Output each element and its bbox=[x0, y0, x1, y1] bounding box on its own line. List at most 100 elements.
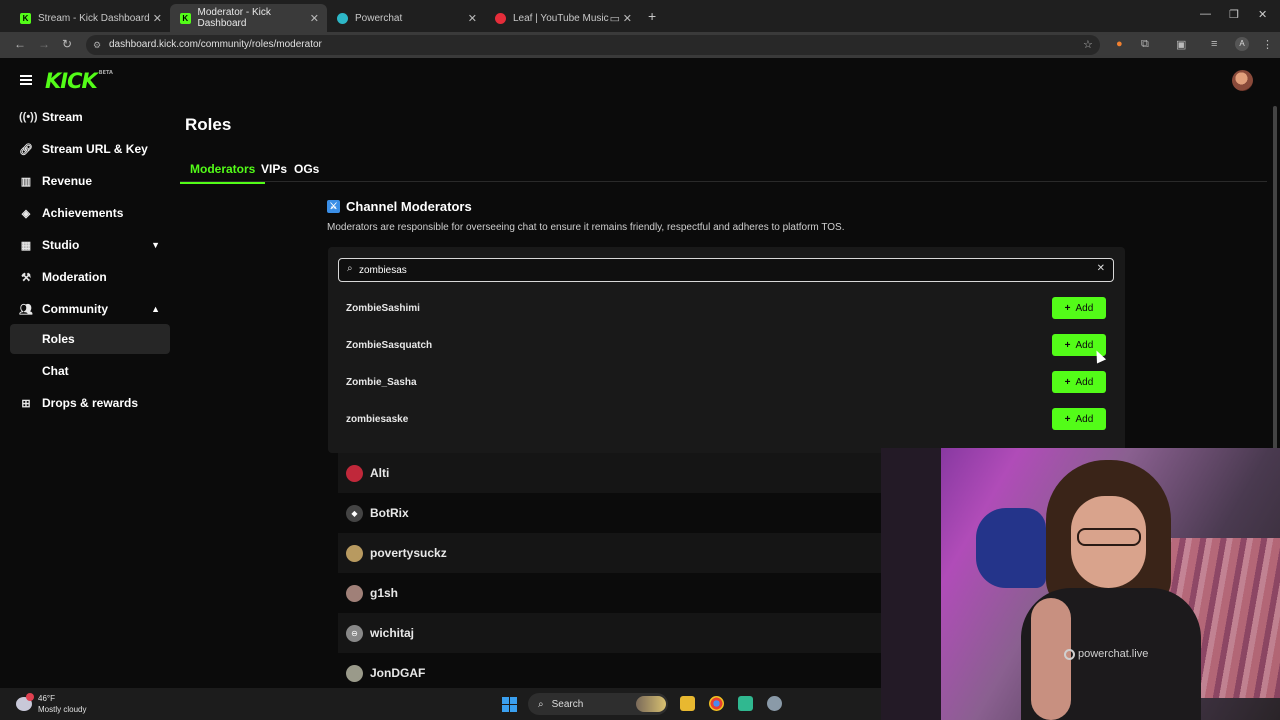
moderator-name: JonDGAF bbox=[370, 666, 426, 680]
search-result: Zombie_Sasha + Add bbox=[338, 369, 1114, 399]
chevron-up-icon: ▲ bbox=[151, 304, 160, 314]
add-button[interactable]: + Add bbox=[1052, 408, 1106, 430]
browser-tab-moderator[interactable]: K Moderator - Kick Dashboard ✕ bbox=[170, 4, 327, 32]
taskbar-search[interactable]: ⌕ Search bbox=[528, 693, 668, 715]
sidebar-item-label: Drops & rewards bbox=[42, 396, 139, 410]
search-highlight-image bbox=[636, 696, 666, 712]
browser-tab-powerchat[interactable]: Powerchat ✕ bbox=[327, 4, 485, 32]
avatar: ⊖ bbox=[346, 624, 363, 642]
shirt-logo: powerchat.live bbox=[1064, 648, 1148, 660]
sidebar-item-moderation[interactable]: ⚒ Moderation bbox=[10, 262, 170, 292]
add-button[interactable]: + Add bbox=[1052, 297, 1106, 319]
youtube-music-icon bbox=[495, 12, 506, 24]
kick-logo[interactable]: KICK BETA bbox=[45, 69, 113, 93]
browser-tab-youtube-music[interactable]: Leaf | YouTube Music ▭ ✕ bbox=[485, 4, 640, 32]
search-box[interactable]: ⌕ ✕ bbox=[338, 258, 1114, 282]
weather-condition: Mostly cloudy bbox=[38, 705, 87, 714]
search-result: ZombieSasquatch + Add bbox=[338, 332, 1114, 362]
taskbar: 46°F Mostly cloudy ⌕ Search bbox=[0, 688, 881, 720]
avatar: ◆ bbox=[346, 504, 363, 522]
search-input[interactable] bbox=[359, 261, 1089, 279]
sidebar-item-community[interactable]: 👥︎ Community ▲ bbox=[10, 294, 170, 324]
close-window-button[interactable]: ✕ bbox=[1258, 8, 1267, 21]
new-tab-button[interactable]: + bbox=[648, 8, 656, 24]
sidebar-item-label: Studio bbox=[42, 238, 80, 252]
discord-like-app-icon[interactable] bbox=[738, 696, 753, 711]
scrollbar[interactable] bbox=[1273, 106, 1277, 486]
tab-ogs[interactable]: OGs bbox=[294, 162, 319, 182]
sidebar-item-achievements[interactable]: ◈ Achievements bbox=[10, 198, 170, 228]
people-icon: 👥︎ bbox=[19, 303, 33, 316]
tab-moderators[interactable]: Moderators bbox=[180, 162, 266, 184]
sidebar-item-label: Roles bbox=[42, 332, 75, 346]
reload-icon[interactable]: ↻ bbox=[62, 37, 72, 51]
tab-title: Stream - Kick Dashboard bbox=[38, 12, 150, 24]
result-username: ZombieSasquatch bbox=[346, 340, 433, 351]
tab-title: Moderator - Kick Dashboard bbox=[197, 7, 271, 29]
minimize-button[interactable]: — bbox=[1200, 8, 1211, 20]
sidebar-item-studio[interactable]: ▦ Studio ▼ bbox=[10, 230, 170, 260]
broadcast-icon: ((•)) bbox=[19, 111, 38, 123]
sidebar-item-label: Moderation bbox=[42, 270, 107, 284]
extensions-puzzle-icon[interactable]: ⧉ bbox=[1141, 38, 1149, 51]
weather-widget[interactable]: 46°F Mostly cloudy bbox=[16, 693, 86, 715]
close-icon[interactable]: ✕ bbox=[623, 12, 632, 25]
tab-vips[interactable]: VIPs bbox=[261, 162, 287, 182]
moderator-name: g1sh bbox=[370, 586, 399, 600]
result-username: zombiesaske bbox=[346, 414, 409, 425]
plus-icon: + bbox=[1064, 376, 1071, 388]
more-menu-icon[interactable]: ⋮ bbox=[1262, 38, 1273, 51]
page-title: Roles bbox=[185, 115, 232, 134]
webcam-glasses bbox=[1077, 528, 1141, 546]
add-button[interactable]: + Add bbox=[1052, 371, 1106, 393]
search-icon: ⌕ bbox=[347, 263, 353, 274]
bookmark-star-icon[interactable]: ☆ bbox=[1083, 38, 1093, 51]
link-icon: 🔗︎ bbox=[19, 143, 33, 156]
search-panel: ⌕ ✕ ZombieSashimi +Add ZombieSasquatch +… bbox=[328, 247, 1125, 453]
sidebar-item-label: Stream URL & Key bbox=[42, 142, 148, 156]
back-icon[interactable]: ← bbox=[14, 37, 26, 51]
search-result: zombiesaske + Add bbox=[338, 406, 1114, 436]
address-bar-row: ← → ↻ ⚙ dashboard.kick.com/community/rol… bbox=[0, 32, 1280, 58]
restore-button[interactable]: ❐ bbox=[1229, 8, 1239, 21]
weather-temp: 46°F bbox=[38, 694, 55, 703]
media-controls-icon[interactable]: ≡ bbox=[1211, 38, 1217, 50]
avatar bbox=[346, 664, 363, 682]
browser-tab-stream[interactable]: K Stream - Kick Dashboard ✕ bbox=[10, 4, 170, 32]
extension-icon[interactable]: ● bbox=[1116, 38, 1123, 50]
forward-icon[interactable]: → bbox=[38, 37, 50, 51]
moderator-name: wichitaj bbox=[370, 626, 415, 640]
sidebar-icon[interactable]: ▣ bbox=[1176, 38, 1186, 51]
hamburger-menu-icon[interactable] bbox=[20, 75, 32, 85]
close-icon[interactable]: ✕ bbox=[1097, 263, 1105, 274]
close-icon[interactable]: ✕ bbox=[468, 12, 477, 25]
avatar bbox=[346, 544, 363, 562]
sidebar-item-roles[interactable]: Roles bbox=[10, 324, 170, 354]
windows-start-icon[interactable] bbox=[502, 697, 517, 712]
kick-icon: K bbox=[180, 12, 191, 24]
close-icon[interactable]: ✕ bbox=[153, 12, 162, 25]
sidebar-item-revenue[interactable]: ▥ Revenue bbox=[10, 166, 170, 196]
url-field[interactable]: ⚙ dashboard.kick.com/community/roles/mod… bbox=[86, 35, 1100, 55]
site-info-icon[interactable]: ⚙ bbox=[93, 35, 101, 55]
file-explorer-icon[interactable] bbox=[680, 696, 695, 711]
sidebar-item-stream-url-key[interactable]: 🔗︎ Stream URL & Key bbox=[10, 134, 170, 164]
kick-icon: K bbox=[20, 12, 31, 24]
sidebar-item-drops-rewards[interactable]: ⊞ Drops & rewards bbox=[10, 388, 170, 418]
media-playing-icon[interactable]: ▭ bbox=[610, 12, 620, 25]
user-avatar[interactable] bbox=[1232, 70, 1253, 91]
cloud-icon bbox=[16, 693, 34, 711]
settings-gear-icon[interactable] bbox=[767, 696, 782, 711]
result-username: ZombieSashimi bbox=[346, 303, 420, 314]
sidebar-item-label: Revenue bbox=[42, 174, 93, 188]
chrome-icon[interactable] bbox=[709, 696, 724, 711]
moderator-name: Alti bbox=[370, 466, 390, 480]
url-text: dashboard.kick.com/community/roles/moder… bbox=[109, 39, 322, 50]
sidebar-item-stream[interactable]: ((•)) Stream bbox=[10, 102, 170, 132]
section-title: Channel Moderators bbox=[346, 199, 472, 214]
sidebar-item-label: Stream bbox=[42, 110, 83, 124]
powerchat-icon bbox=[337, 12, 348, 24]
close-icon[interactable]: ✕ bbox=[310, 12, 319, 25]
sidebar-item-chat[interactable]: Chat bbox=[10, 356, 170, 386]
profile-avatar[interactable]: A bbox=[1235, 37, 1249, 51]
